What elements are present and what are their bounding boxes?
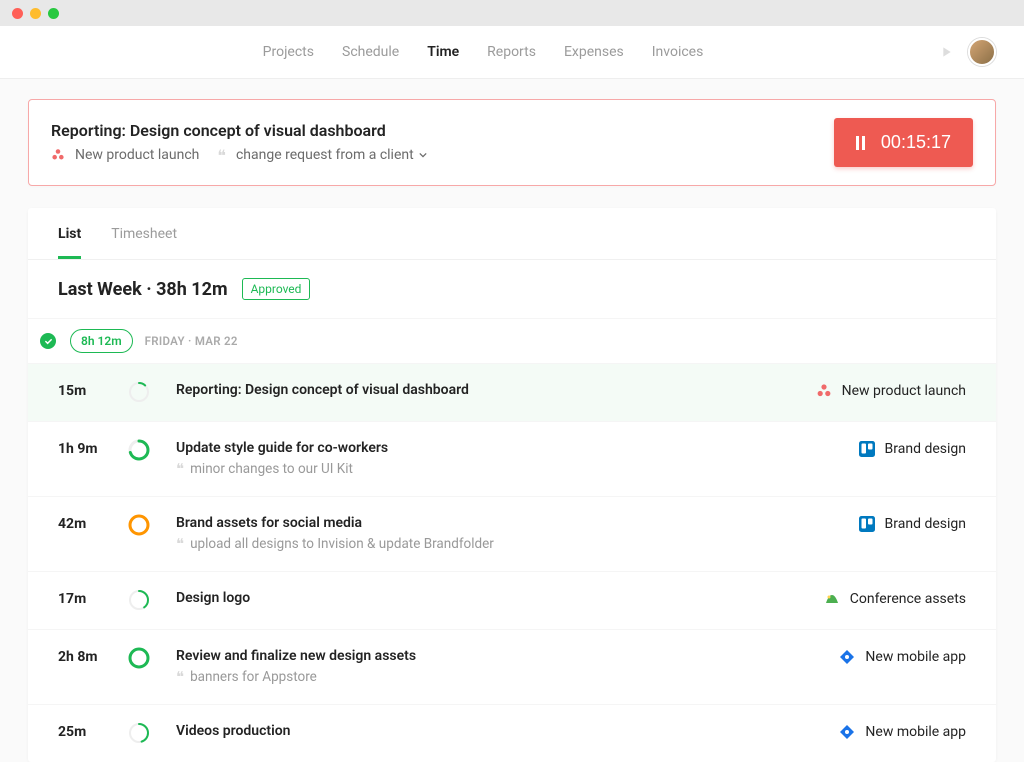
entry-project-name: New product launch [842,383,966,399]
entry-project-name: Brand design [885,441,966,457]
entry-title: Reporting: Design concept of visual dash… [176,382,816,398]
entry-title: Videos production [176,723,839,739]
entries-panel: List Timesheet Last Week · 38h 12m Appro… [28,208,996,762]
entry-duration: 15m [58,382,128,399]
chevron-down-icon [419,151,427,159]
approved-badge: Approved [242,278,311,300]
asana-icon [51,148,65,162]
tab-list[interactable]: List [58,226,81,259]
entry-note: minor changes to our UI Kit [190,461,353,477]
nav-item-expenses[interactable]: Expenses [564,44,624,60]
diamond-icon [839,724,855,740]
trello-icon [859,516,875,532]
basecamp-icon [824,591,840,607]
entry-project-name: New mobile app [865,649,966,665]
nav-item-projects[interactable]: Projects [263,44,314,60]
active-timer-card: Reporting: Design concept of visual dash… [28,99,996,186]
week-summary-label: Last Week · 38h 12m [58,279,228,300]
entry-project-name: Conference assets [850,591,966,607]
check-circle-icon [40,333,56,349]
timer-note-text: change request from a client [236,147,414,163]
progress-ring-icon [128,439,150,461]
timer-project-label: New product launch [75,147,199,163]
entry-duration: 25m [58,723,128,740]
entry-duration: 42m [58,515,128,532]
entry-project-name: Brand design [885,516,966,532]
asana-icon [816,383,832,399]
entry-duration: 17m [58,590,128,607]
day-duration-badge: 8h 12m [70,329,133,353]
progress-ring-icon [128,589,150,611]
timer-note-dropdown[interactable]: change request from a client [236,147,427,163]
progress-ring-icon [128,647,150,669]
timer-elapsed: 00:15:17 [881,132,951,153]
time-entry-row[interactable]: 42m Brand assets for social media ❝ upload … [28,496,996,571]
time-entry-row[interactable]: 2h 8m Review and finalize new design asse… [28,629,996,704]
time-entry-row[interactable]: 25m Videos production New mobile app [28,704,996,762]
progress-ring-icon [128,381,150,403]
diamond-icon [839,649,855,665]
entry-title: Review and finalize new design assets [176,648,839,664]
user-avatar[interactable] [968,38,996,66]
tab-timesheet[interactable]: Timesheet [111,226,177,259]
entry-duration: 2h 8m [58,648,128,665]
nav-item-reports[interactable]: Reports [487,44,536,60]
quote-icon: ❝ [217,146,226,165]
day-date-label: FRIDAY · MAR 22 [145,334,238,348]
entry-note: upload all designs to Invision & update … [190,536,494,552]
minimize-window-button[interactable] [30,8,41,19]
entry-note: banners for Appstore [190,669,317,685]
top-nav: Projects Schedule Time Reports Expenses Invoi… [0,26,1024,79]
entry-title: Brand assets for social media [176,515,859,531]
pause-timer-button[interactable]: 00:15:17 [834,118,973,167]
pause-icon [856,136,865,150]
nav-item-invoices[interactable]: Invoices [652,44,704,60]
time-entry-row[interactable]: 1h 9m Update style guide for co-workers ❝ m… [28,421,996,496]
entry-title: Design logo [176,590,824,606]
day-header: 8h 12m FRIDAY · MAR 22 [28,318,996,363]
nav-item-time[interactable]: Time [427,44,459,60]
trello-icon [859,441,875,457]
close-window-button[interactable] [12,8,23,19]
window-title-bar [0,0,1024,26]
progress-ring-icon [128,722,150,744]
quote-icon: ❝ [176,668,184,686]
entry-duration: 1h 9m [58,440,128,457]
timer-task-title: Reporting: Design concept of visual dash… [51,121,427,140]
nav-item-schedule[interactable]: Schedule [342,44,399,60]
quote-icon: ❝ [176,460,184,478]
time-entry-row[interactable]: 15m Reporting: Design concept of visual d… [28,363,996,421]
time-entry-row[interactable]: 17m Design logo Conference assets [28,571,996,629]
entry-project-name: New mobile app [865,724,966,740]
play-icon[interactable] [938,44,954,60]
maximize-window-button[interactable] [48,8,59,19]
progress-ring-icon [128,514,150,536]
quote-icon: ❝ [176,535,184,553]
entry-title: Update style guide for co-workers [176,440,859,456]
